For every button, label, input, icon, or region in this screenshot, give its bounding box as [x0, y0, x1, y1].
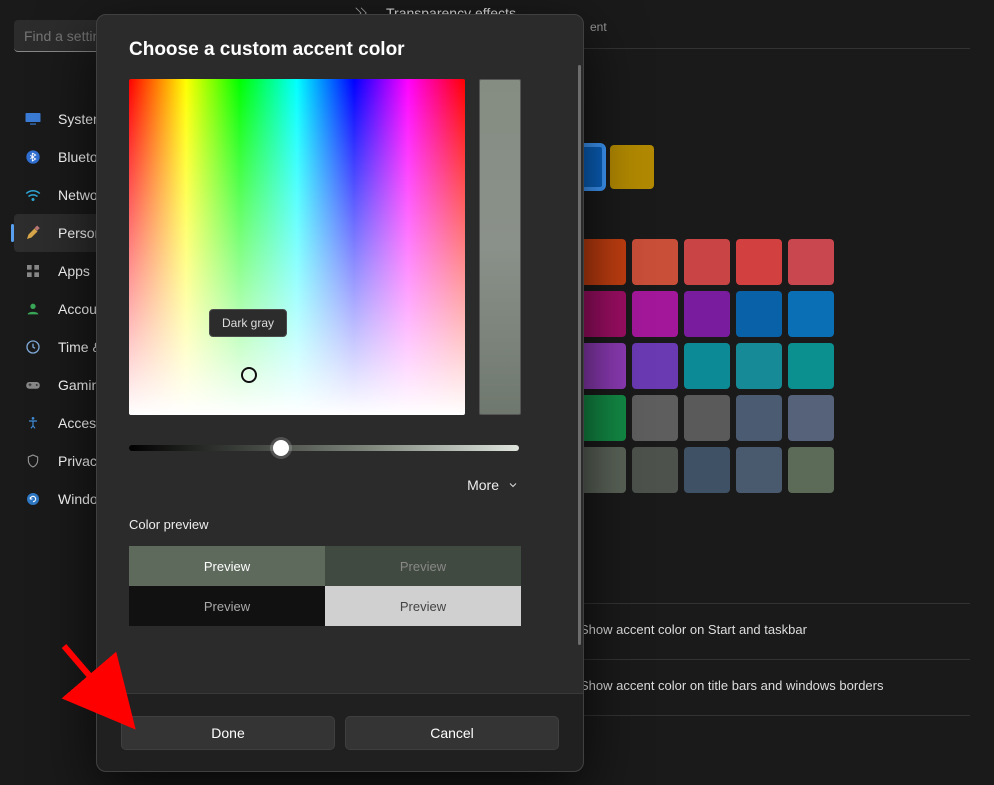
- accent-borders-row[interactable]: Show accent color on title bars and wind…: [580, 678, 994, 693]
- preview-grid: Preview Preview Preview Preview: [129, 546, 521, 626]
- done-button[interactable]: Done: [121, 716, 335, 750]
- update-icon: [24, 490, 42, 508]
- transparency-subtext: ent: [590, 20, 994, 34]
- palette-swatch[interactable]: [580, 447, 626, 493]
- color-tooltip: Dark gray: [209, 309, 287, 337]
- palette-swatch[interactable]: [580, 395, 626, 441]
- palette-swatch[interactable]: [632, 395, 678, 441]
- accessibility-icon: [24, 414, 42, 432]
- palette-swatch[interactable]: [736, 239, 782, 285]
- color-picker-dialog: Choose a custom accent color Dark gray M…: [96, 14, 584, 772]
- palette-swatch[interactable]: [580, 239, 626, 285]
- accent-taskbar-row[interactable]: Show accent color on Start and taskbar: [580, 622, 994, 637]
- palette-swatch[interactable]: [788, 291, 834, 337]
- palette-swatch[interactable]: [684, 343, 730, 389]
- bluetooth-icon: [24, 148, 42, 166]
- palette-swatch[interactable]: [788, 239, 834, 285]
- preview-cell: Preview: [129, 586, 325, 626]
- cancel-button[interactable]: Cancel: [345, 716, 559, 750]
- apps-icon: [24, 262, 42, 280]
- palette-swatch[interactable]: [788, 395, 834, 441]
- palette-swatch[interactable]: [736, 291, 782, 337]
- palette-swatch[interactable]: [632, 447, 678, 493]
- lightness-slider[interactable]: [129, 445, 519, 451]
- color-field[interactable]: Dark gray: [129, 79, 465, 415]
- recent-colors-row: [560, 145, 994, 189]
- palette-swatch[interactable]: [788, 343, 834, 389]
- gaming-icon: [24, 376, 42, 394]
- palette-swatch[interactable]: [580, 291, 626, 337]
- dialog-scrollbar[interactable]: [578, 65, 581, 645]
- dialog-title: Choose a custom accent color: [129, 39, 551, 61]
- nav-label: Apps: [58, 263, 90, 279]
- preview-cell: Preview: [325, 546, 521, 586]
- palette-swatch[interactable]: [736, 447, 782, 493]
- color-handle[interactable]: [241, 367, 257, 383]
- preview-cell: Preview: [129, 546, 325, 586]
- network-icon: [24, 186, 42, 204]
- palette-swatch[interactable]: [684, 239, 730, 285]
- preview-label: Color preview: [129, 517, 551, 532]
- accounts-icon: [24, 300, 42, 318]
- palette-swatch[interactable]: [632, 239, 678, 285]
- privacy-icon: [24, 452, 42, 470]
- system-icon: [24, 110, 42, 128]
- palette-swatch[interactable]: [788, 447, 834, 493]
- more-toggle[interactable]: More: [129, 477, 519, 493]
- dialog-footer: Done Cancel: [97, 693, 583, 771]
- palette-swatch[interactable]: [736, 395, 782, 441]
- value-bar[interactable]: [479, 79, 521, 415]
- lightness-thumb[interactable]: [273, 440, 289, 456]
- palette-swatch[interactable]: [580, 343, 626, 389]
- more-label: More: [467, 477, 499, 493]
- chevron-down-icon: [507, 479, 519, 491]
- palette-swatch[interactable]: [736, 343, 782, 389]
- personalization-icon: [24, 224, 42, 242]
- palette-swatch[interactable]: [632, 343, 678, 389]
- palette-swatch[interactable]: [684, 447, 730, 493]
- recent-swatch[interactable]: [610, 145, 654, 189]
- preview-cell: Preview: [325, 586, 521, 626]
- time-icon: [24, 338, 42, 356]
- palette-swatch[interactable]: [684, 291, 730, 337]
- palette-swatch[interactable]: [632, 291, 678, 337]
- palette-swatch[interactable]: [684, 395, 730, 441]
- palette-grid: [580, 239, 994, 493]
